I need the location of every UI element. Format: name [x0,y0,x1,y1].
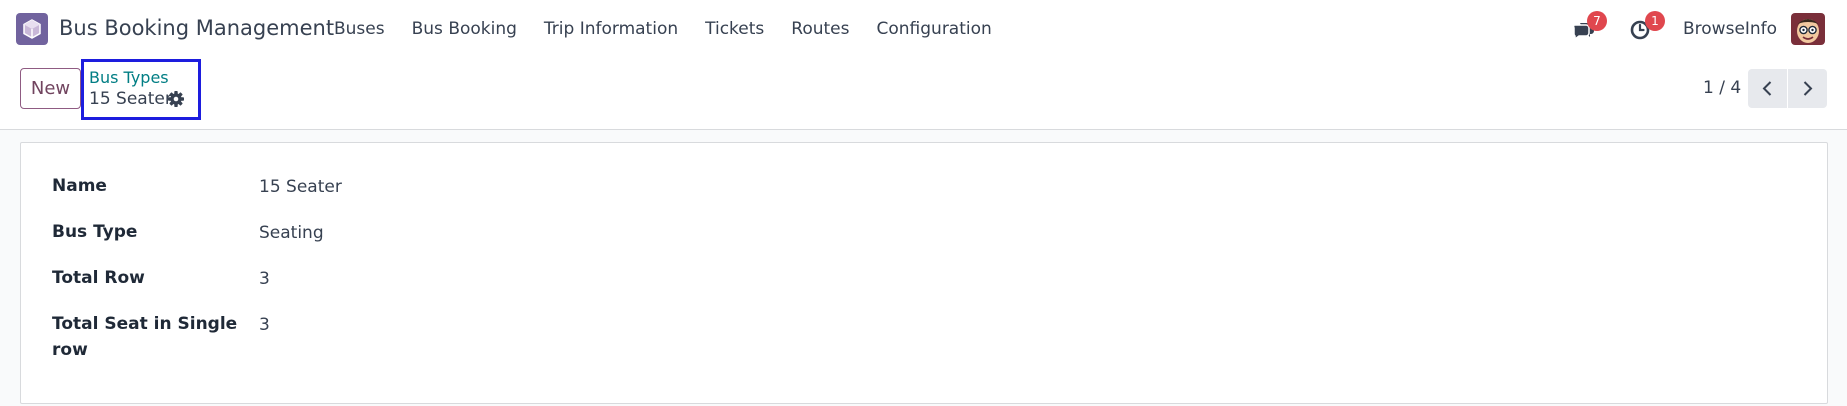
menu-item-tickets[interactable]: Tickets [705,19,764,41]
app-logo-icon[interactable] [16,13,48,45]
menu-item-routes[interactable]: Routes [791,19,849,41]
gear-icon[interactable] [167,90,185,108]
menu-item-configuration[interactable]: Configuration [877,19,992,41]
new-button[interactable]: New [20,68,81,109]
field-label-total-row: Total Row [52,268,145,288]
pager-previous-button[interactable] [1748,69,1787,108]
form-sheet: Name 15 Seater Bus Type Seating Total Ro… [20,142,1828,404]
field-value-name[interactable]: 15 Seater [259,177,342,197]
user-avatar[interactable] [1791,13,1825,45]
chevron-right-icon [1803,81,1813,96]
field-value-total-seat[interactable]: 3 [259,315,270,335]
field-label-total-seat: Total Seat in Single row [52,314,238,360]
menu-item-buses[interactable]: Buses [334,19,385,41]
field-value-bus-type[interactable]: Seating [259,223,324,243]
field-value-total-row[interactable]: 3 [259,269,270,289]
breadcrumb-bus-types[interactable]: Bus Types [89,68,169,87]
messages-count-badge: 7 [1587,11,1607,31]
menu-item-bus-booking[interactable]: Bus Booking [412,19,517,41]
user-name[interactable]: BrowseInfo [1683,19,1777,39]
menu-item-trip-information[interactable]: Trip Information [544,19,678,41]
top-navbar: Bus Booking Management Buses Bus Booking… [0,0,1847,58]
pager-value[interactable]: 1 / 4 [1703,78,1741,98]
chevron-left-icon [1762,81,1772,96]
activities-count-badge: 1 [1645,11,1665,31]
app-title[interactable]: Bus Booking Management [59,16,334,40]
field-label-name: Name [52,176,107,196]
main-menu: Buses Bus Booking Trip Information Ticke… [334,19,992,41]
breadcrumb-current-record: 15 Seater [89,89,172,109]
field-label-bus-type: Bus Type [52,222,138,242]
pager-next-button[interactable] [1788,69,1827,108]
